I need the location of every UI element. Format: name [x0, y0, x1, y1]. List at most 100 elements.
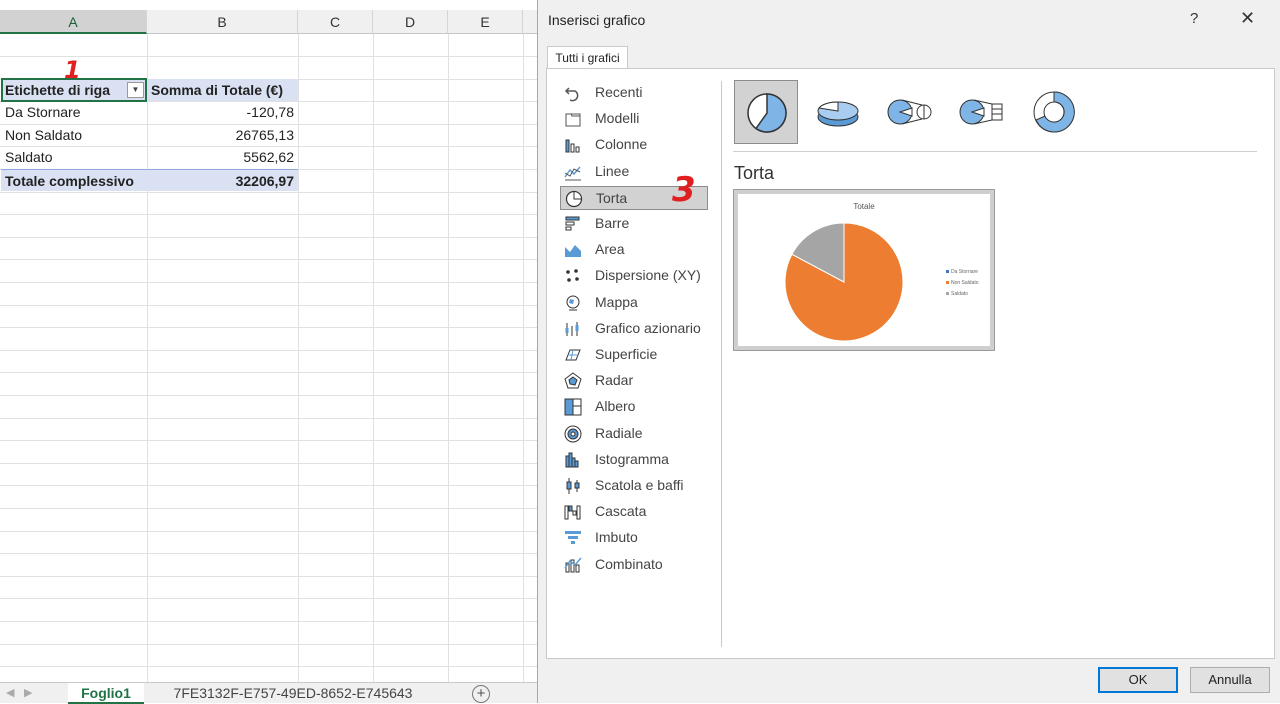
chart-type-radar[interactable]: Radar [560, 369, 708, 393]
column-header-d[interactable]: D [373, 10, 448, 34]
grid-row-line [0, 463, 540, 464]
chart-type-mappa[interactable]: Mappa [560, 291, 708, 315]
box-whisker-chart-icon [564, 477, 582, 495]
chart-preview-canvas: Totale Da Stornare Non Saldato Saldato [738, 194, 990, 346]
pie-of-pie-icon[interactable] [878, 80, 942, 144]
help-icon[interactable]: ? [1190, 10, 1198, 27]
legend-label: Da Stornare [951, 269, 978, 275]
grid-row-line [0, 553, 540, 554]
ok-button[interactable]: OK [1098, 667, 1178, 693]
pie-3d-icon[interactable] [806, 80, 870, 144]
pivot-row-label[interactable]: Da Stornare [1, 101, 147, 123]
pivot-row-label[interactable]: Saldato [1, 146, 147, 168]
chart-type-albero[interactable]: Albero [560, 395, 708, 419]
legend-entry: Saldato [946, 291, 968, 297]
column-header-e[interactable]: E [448, 10, 523, 34]
scatter-chart-icon [564, 267, 582, 285]
chart-type-combinato[interactable]: Combinato [560, 553, 708, 577]
chart-type-scatola-e-baffi[interactable]: Scatola e baffi [560, 474, 708, 498]
funnel-chart-icon [564, 529, 582, 547]
legend-entry: Non Saldato [946, 280, 979, 286]
grid-row-line [0, 485, 540, 486]
chart-type-area[interactable]: Area [560, 238, 708, 262]
legend-swatch [946, 281, 949, 285]
sheet-tab-foglio1[interactable]: Foglio1 [68, 683, 144, 704]
grid-row-line [0, 598, 540, 599]
column-header-b[interactable]: B [147, 10, 298, 34]
chart-type-grafico-azionario[interactable]: Grafico azionario [560, 317, 708, 341]
doughnut-icon[interactable] [1022, 80, 1086, 144]
recent-icon [564, 84, 582, 102]
annotation-step-3: 3 [672, 170, 696, 210]
chart-type-label: Recenti [595, 84, 643, 100]
chart-type-imbuto[interactable]: Imbuto [560, 526, 708, 550]
chart-type-label: Imbuto [595, 529, 638, 546]
chart-type-label: Area [595, 241, 625, 258]
grid-column-line [373, 34, 374, 684]
sheet-tabs-bar: ◀ ▶ Foglio1 7FE3132F-E757-49ED-8652-E745… [0, 682, 540, 704]
pie-icon[interactable] [734, 80, 798, 144]
grid-row-line [0, 327, 540, 328]
pivot-total-label[interactable]: Totale complessivo [1, 169, 147, 191]
folder-icon [564, 110, 582, 128]
chart-type-label: Superficie [595, 346, 658, 362]
grid-column-line [448, 34, 449, 684]
cancel-button[interactable]: Annulla [1190, 667, 1270, 693]
column-chart-icon [564, 136, 582, 154]
grid-row-line [0, 372, 540, 373]
legend-label: Saldato [951, 291, 968, 297]
chart-preview[interactable]: Totale Da Stornare Non Saldato Saldato [733, 189, 995, 351]
grid-column-line [298, 34, 299, 684]
grid-row-line [0, 621, 540, 622]
grid-row-line [0, 418, 540, 419]
chart-type-barre[interactable]: Barre [560, 212, 708, 236]
bar-chart-icon [564, 215, 582, 233]
chart-type-label: Torta [596, 189, 628, 206]
grid-row-line [0, 259, 540, 260]
chart-type-label: Istogramma [595, 450, 669, 467]
tab-scroll-right-icon[interactable]: ▶ [24, 686, 32, 699]
chart-type-recenti[interactable]: Recenti [560, 81, 708, 105]
tab-scroll-left-icon[interactable]: ◀ [6, 686, 14, 699]
grid-column-line [523, 34, 524, 684]
chart-type-label: Modelli [595, 110, 640, 127]
chart-type-label: Radiale [595, 424, 643, 441]
map-chart-icon [564, 294, 582, 312]
area-chart-icon [564, 241, 582, 259]
pivot-row-value[interactable]: 26765,13 [147, 124, 298, 146]
chart-type-label: Linee [595, 162, 630, 179]
chart-type-modelli[interactable]: Modelli [560, 107, 708, 131]
line-chart-icon [564, 163, 582, 181]
chart-type-label: Cascata [595, 503, 647, 520]
bar-of-pie-icon[interactable] [950, 80, 1014, 144]
panel-divider [721, 81, 722, 647]
chart-type-superficie[interactable]: Superficie [560, 343, 708, 367]
pivot-row-label[interactable]: Non Saldato [1, 124, 147, 146]
chart-type-istogramma[interactable]: Istogramma [560, 448, 708, 472]
grid-row-line [0, 576, 540, 577]
dialog-panel: Recenti Modelli Colonne Linee Torta Barre Area… [546, 68, 1275, 659]
grid-row-line [0, 644, 540, 645]
chart-type-cascata[interactable]: Cascata [560, 500, 708, 524]
sunburst-chart-icon [564, 425, 582, 443]
selected-chart-title: Torta [734, 163, 775, 183]
column-header-a[interactable]: A [0, 10, 147, 34]
sheet-tab-other[interactable]: 7FE3132F-E757-49ED-8652-E745643 [148, 683, 438, 704]
histogram-chart-icon [564, 451, 582, 469]
pivot-values-header[interactable]: Somma di Totale (€) [147, 79, 298, 101]
pivot-row-value[interactable]: -120,78 [147, 101, 298, 123]
add-sheet-icon[interactable]: + [472, 685, 490, 703]
column-header-c[interactable]: C [298, 10, 373, 34]
grid-row-line [0, 305, 540, 306]
close-icon[interactable]: ✕ [1240, 8, 1255, 29]
chart-type-colonne[interactable]: Colonne [560, 133, 708, 157]
chart-type-label: Barre [595, 215, 630, 231]
pivot-row-value[interactable]: 5562,62 [147, 146, 298, 168]
chart-type-dispersione-xy[interactable]: Dispersione (XY) [560, 264, 708, 288]
waterfall-chart-icon [564, 503, 582, 521]
chart-type-label: Albero [595, 398, 636, 415]
pivot-total-value[interactable]: 32206,97 [147, 169, 298, 191]
chart-type-radiale[interactable]: Radiale [560, 422, 708, 446]
tab-all-charts[interactable]: Tutti i grafici [547, 46, 628, 69]
grid-row-line [0, 666, 540, 667]
